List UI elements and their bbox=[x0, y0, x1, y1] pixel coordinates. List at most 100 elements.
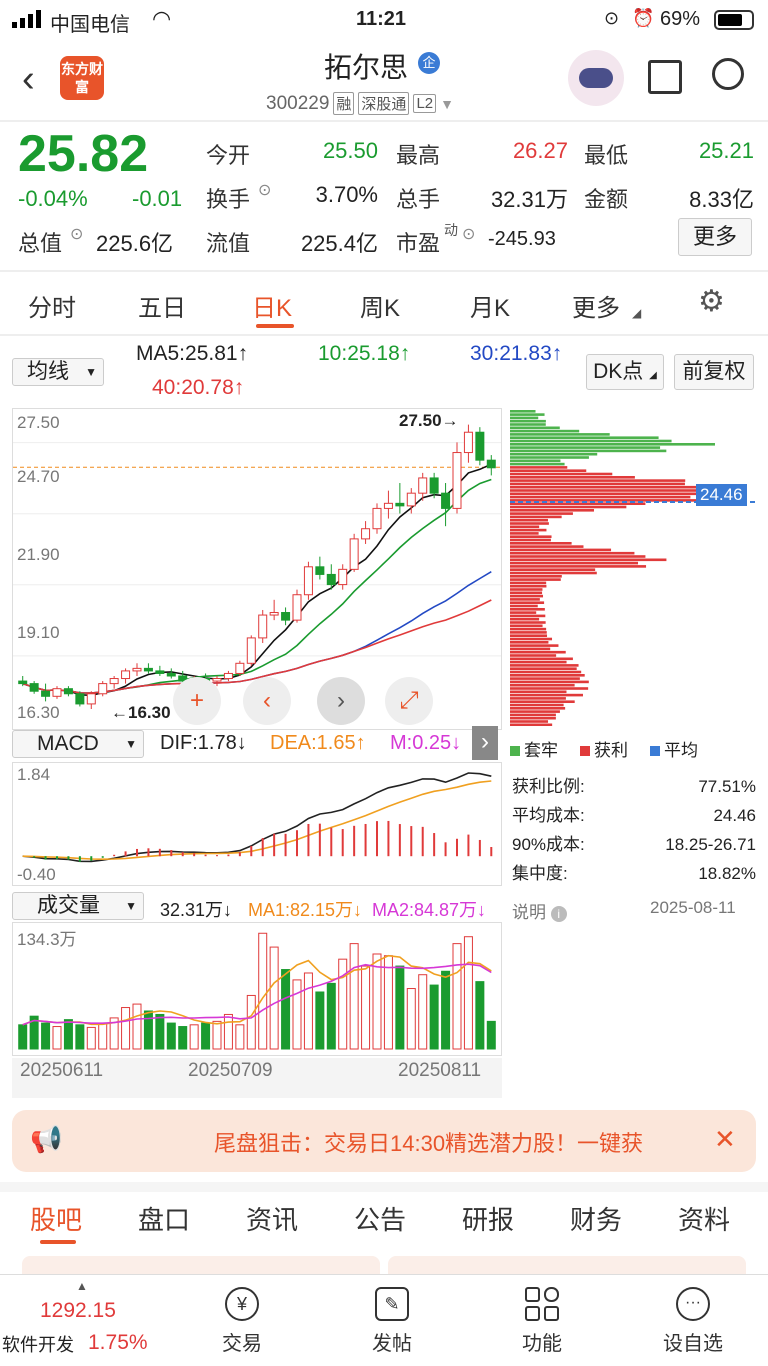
nav-add-favorite[interactable]: ··· 设自选 bbox=[648, 1287, 738, 1356]
chip-bar bbox=[510, 581, 547, 585]
tab-financials[interactable]: 财务 bbox=[570, 1200, 622, 1237]
tab-weekly-k[interactable]: 周K bbox=[360, 288, 400, 323]
tab-forum[interactable]: 股吧 bbox=[30, 1200, 82, 1237]
banner-text: 尾盘狙击：交易日14:30精选潜力股！一键获 bbox=[214, 1131, 644, 1156]
search-icon[interactable] bbox=[712, 58, 744, 90]
date-axis: 20250611 20250709 20250811 bbox=[12, 1058, 502, 1098]
chip-note[interactable]: 说明 i bbox=[512, 898, 567, 923]
nav-post[interactable]: ✎ 发帖 bbox=[350, 1287, 434, 1356]
chip-bar bbox=[510, 713, 556, 717]
low-label: 最低 bbox=[584, 143, 629, 168]
assistant-avatar[interactable] bbox=[568, 50, 624, 106]
info-icon[interactable]: ⊙ bbox=[258, 180, 271, 200]
volume-top-label: 134.3万 bbox=[17, 930, 77, 949]
scroll-left-button[interactable]: ‹ bbox=[243, 677, 291, 725]
date-label: 20250611 bbox=[20, 1060, 104, 1081]
tab-intraday[interactable]: 分时 bbox=[28, 288, 76, 323]
gear-icon[interactable]: ⚙ bbox=[698, 284, 725, 319]
volume-bar bbox=[303, 972, 313, 1050]
date-label: 20250811 bbox=[398, 1060, 482, 1081]
nav-trade[interactable]: ¥ 交易 bbox=[200, 1287, 284, 1356]
zoom-in-button[interactable]: + bbox=[173, 677, 221, 725]
chip-bar bbox=[510, 703, 564, 707]
macd-bottom-label: -0.40 bbox=[17, 865, 56, 884]
volume-panel[interactable]: 134.3万 bbox=[12, 922, 502, 1056]
candle bbox=[98, 683, 108, 695]
volume-bar bbox=[292, 979, 302, 1050]
dk-point-button[interactable]: DK点 ◢ bbox=[586, 354, 664, 390]
promo-banner[interactable]: 📢 尾盘狙击：交易日14:30精选潜力股！一键获 ✕ bbox=[12, 1110, 756, 1172]
chip-bar bbox=[510, 413, 545, 416]
tab-more[interactable]: 更多 bbox=[572, 288, 620, 323]
volume-bar bbox=[418, 974, 428, 1050]
info-icon[interactable]: ⊙ bbox=[462, 224, 475, 244]
chip-bar bbox=[510, 637, 553, 641]
expand-icon[interactable]: ⤢ bbox=[385, 677, 433, 725]
expand-up-icon[interactable]: ▲ bbox=[76, 1279, 88, 1293]
chip-bar bbox=[510, 571, 597, 575]
index-name: 软件开发 bbox=[2, 1335, 74, 1355]
candle bbox=[326, 573, 336, 586]
tag-margin: 融 bbox=[333, 92, 355, 115]
nav-functions[interactable]: 功能 bbox=[500, 1287, 584, 1356]
tab-daily-k[interactable]: 日K bbox=[252, 288, 292, 323]
index-value[interactable]: 1292.15 bbox=[40, 1299, 116, 1323]
volume-bar bbox=[166, 1022, 176, 1050]
divider bbox=[0, 270, 768, 272]
chip-bar bbox=[510, 650, 566, 654]
legend-profit: 获利 bbox=[580, 736, 628, 761]
stock-title: 拓尔思 bbox=[324, 52, 409, 83]
chip-bar bbox=[510, 693, 583, 697]
chip-bar bbox=[510, 528, 547, 532]
share-icon[interactable] bbox=[648, 60, 682, 94]
chart-tabs: 分时 五日 日K 周K 月K 更多 ◢ ⚙ bbox=[0, 280, 768, 330]
tab-monthly-k[interactable]: 月K bbox=[470, 288, 510, 323]
macd-selector-label: MACD bbox=[37, 732, 99, 755]
y-label: 24.70 bbox=[17, 467, 60, 486]
chip-bar bbox=[510, 611, 537, 614]
volume-bar bbox=[338, 958, 348, 1050]
ma-selector[interactable]: 均线 ▼ bbox=[12, 358, 104, 386]
candle bbox=[18, 680, 28, 685]
chip-bar bbox=[510, 608, 545, 611]
alarm-icon: ⏰ bbox=[632, 8, 655, 28]
macd-panel[interactable]: 1.84 -0.40 bbox=[12, 762, 502, 886]
volume-bar bbox=[75, 1024, 85, 1050]
macd-selector[interactable]: MACD ▼ bbox=[12, 730, 144, 758]
dif-line bbox=[22, 772, 492, 863]
chip-bar bbox=[510, 446, 661, 449]
chip-bar bbox=[510, 660, 567, 664]
volume-bar bbox=[155, 1013, 165, 1050]
battery-text: 69% bbox=[660, 8, 701, 30]
close-icon[interactable]: ✕ bbox=[714, 1124, 736, 1155]
candle bbox=[121, 670, 131, 680]
volume-bar bbox=[452, 943, 462, 1050]
date-label: 20250709 bbox=[188, 1060, 273, 1081]
tab-news[interactable]: 资讯 bbox=[246, 1200, 298, 1237]
grid-icon bbox=[525, 1287, 559, 1321]
tag-level2: L2 bbox=[413, 94, 437, 113]
tab-research[interactable]: 研报 bbox=[462, 1200, 514, 1237]
chip-bar bbox=[510, 588, 543, 591]
candle bbox=[155, 670, 165, 674]
tab-five-day[interactable]: 五日 bbox=[138, 288, 186, 323]
adjust-button[interactable]: 前复权 bbox=[674, 354, 754, 390]
back-icon[interactable]: ‹ bbox=[22, 58, 35, 101]
scroll-right-button[interactable]: › bbox=[317, 677, 365, 725]
chip-bar bbox=[510, 670, 582, 674]
more-button[interactable]: 更多 bbox=[678, 218, 752, 256]
candle bbox=[349, 538, 359, 570]
candle bbox=[246, 637, 256, 664]
tab-orderbook[interactable]: 盘口 bbox=[138, 1200, 190, 1237]
dif-label: DIF:1.78↓ bbox=[160, 732, 247, 754]
chip-bar bbox=[510, 515, 562, 519]
info-icon[interactable]: ⊙ bbox=[70, 224, 83, 244]
volume-selector[interactable]: 成交量 ▼ bbox=[12, 892, 144, 920]
kline-panel[interactable]: 27.50 24.70 21.90 19.10 16.30 27.50→ ←16… bbox=[12, 408, 502, 730]
tab-announcements[interactable]: 公告 bbox=[354, 1200, 406, 1237]
collapse-panel-button[interactable]: › bbox=[472, 726, 498, 760]
chip-bar bbox=[510, 419, 546, 423]
dropdown-icon[interactable]: ▼ bbox=[440, 96, 454, 112]
tab-profile[interactable]: 资料 bbox=[678, 1200, 730, 1237]
m-label: M:0.25↓ bbox=[390, 732, 462, 754]
